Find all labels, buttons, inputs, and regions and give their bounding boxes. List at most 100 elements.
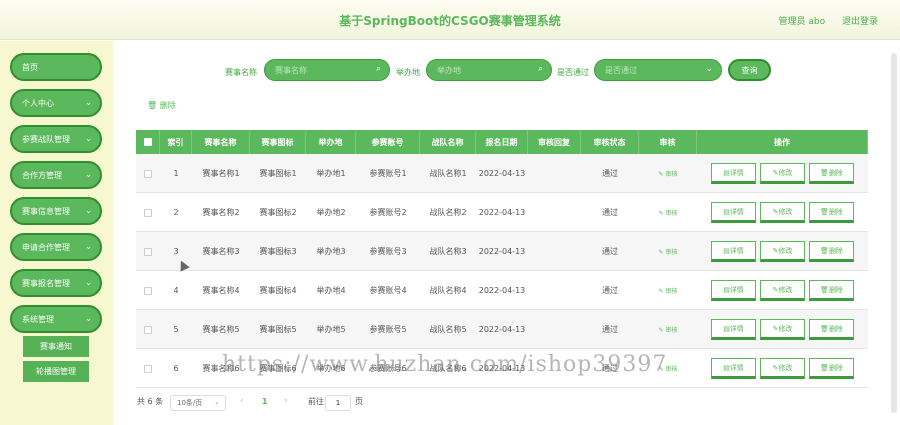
sidebar-item[interactable]: 申请合作管理 ⌄ — [10, 233, 102, 261]
edit-button[interactable]: ✎ 修改 — [760, 358, 805, 379]
search-name-label: 赛事名称 — [225, 68, 257, 77]
sidebar-subitem[interactable]: 轮播图管理 — [23, 361, 89, 382]
detail-button[interactable]: ▤ 详情 — [711, 358, 756, 379]
sidebar-item[interactable]: 赛事报名管理 ⌄ — [10, 269, 102, 297]
detail-icon: ▤ — [723, 363, 730, 372]
detail-icon: ▤ — [723, 285, 730, 294]
delete-button[interactable]: 🗑 删除 — [809, 202, 854, 223]
cell-host: 举办地1 — [316, 169, 346, 178]
batch-delete-button[interactable]: 🗑 删除 — [147, 100, 176, 111]
row-checkbox[interactable] — [144, 286, 152, 295]
delete-icon: 🗑 — [820, 207, 829, 216]
detail-button[interactable]: ▤ 详情 — [711, 202, 756, 223]
audit-link[interactable]: ✎ 审核 — [659, 208, 678, 217]
cell-reply — [528, 154, 581, 193]
row-checkbox[interactable] — [144, 325, 152, 334]
sidebar-item-label: 系统管理 — [22, 314, 54, 324]
select-all-cell — [136, 130, 160, 154]
chevron-down-icon: ⌄ — [85, 170, 92, 179]
detail-button[interactable]: ▤ 详情 — [711, 280, 756, 301]
sidebar-subitem[interactable]: 赛事通知 — [23, 336, 89, 357]
delete-icon: 🗑 — [820, 363, 829, 372]
cell-team: 战队名称2 — [429, 208, 467, 217]
logout-link[interactable]: 退出登录 — [842, 17, 878, 27]
sidebar-item-label: 参赛战队管理 — [22, 134, 70, 144]
cell-team: 战队名称4 — [429, 286, 467, 295]
sidebar-item[interactable]: 首页 — [10, 53, 102, 81]
detail-button[interactable]: ▤ 详情 — [711, 241, 756, 262]
page-title: 基于SpringBoot的CSGO赛事管理系统 — [339, 14, 561, 28]
edit-button[interactable]: ✎ 修改 — [760, 319, 805, 340]
cell-status: 通过 — [602, 169, 618, 178]
audit-link[interactable]: ✎ 审核 — [659, 325, 678, 334]
delete-button[interactable]: 🗑 删除 — [809, 319, 854, 340]
cell-host: 举办地2 — [316, 208, 346, 217]
column-header: 赛事图标 — [250, 130, 306, 154]
audit-cell: ✎ 审核 — [639, 271, 697, 310]
cell-status: 通过 — [602, 325, 618, 334]
delete-icon: 🗑 — [820, 168, 829, 177]
detail-icon: ▤ — [723, 207, 730, 216]
search-icon: ⌕ — [537, 64, 543, 74]
next-page-icon[interactable]: › — [284, 396, 288, 406]
audit-link[interactable]: ✎ 审核 — [659, 169, 678, 178]
query-button[interactable]: 查询 — [728, 59, 771, 81]
edit-button[interactable]: ✎ 修改 — [760, 202, 805, 223]
delete-button[interactable]: 🗑 删除 — [809, 241, 854, 262]
sidebar-item[interactable]: 赛事信息管理 ⌄ — [10, 197, 102, 225]
column-header: 审核回复 — [528, 130, 581, 154]
sidebar-item-label: 赛事报名管理 — [22, 278, 70, 288]
sidebar-item[interactable]: 个人中心 ⌄ — [10, 89, 102, 117]
sidebar-item[interactable]: 参赛战队管理 ⌄ — [10, 125, 102, 153]
edit-button[interactable]: ✎ 修改 — [760, 280, 805, 301]
delete-button[interactable]: 🗑 删除 — [809, 358, 854, 379]
audit-link[interactable]: ✎ 审核 — [659, 286, 678, 295]
detail-button[interactable]: ▤ 详情 — [711, 163, 756, 184]
row-checkbox[interactable] — [144, 247, 152, 256]
row-checkbox[interactable] — [144, 169, 152, 178]
vertical-scrollbar[interactable] — [891, 53, 897, 413]
sidebar-item[interactable]: 合作方管理 ⌄ — [10, 161, 102, 189]
cell-reply — [528, 271, 581, 310]
cell-team: 战队名称3 — [429, 247, 467, 256]
column-header: 报名日期 — [476, 130, 528, 154]
page-size-select[interactable]: 10条/页 ⌄ — [170, 395, 226, 411]
chevron-down-icon: ⌄ — [85, 134, 92, 143]
row-select-cell — [136, 193, 160, 232]
delete-button[interactable]: 🗑 删除 — [809, 280, 854, 301]
select-all-checkbox[interactable] — [143, 138, 152, 146]
search-passed-select[interactable]: 是否通过 ⌄ — [594, 59, 722, 81]
delete-icon: 🗑 — [820, 246, 829, 255]
cell-reply — [528, 310, 581, 349]
detail-button[interactable]: ▤ 详情 — [711, 319, 756, 340]
edit-button[interactable]: ✎ 修改 — [760, 241, 805, 262]
row-checkbox[interactable] — [144, 208, 152, 217]
column-header: 赛事名称 — [192, 130, 250, 154]
detail-icon: ▤ — [723, 324, 730, 333]
search-host-input[interactable]: 举办地 ⌕ — [426, 59, 552, 81]
table-row: 2 赛事名称2 赛事图标2 举办地2 参赛账号2 战队名称2 2022-04-13 通过 ✎ 审… — [136, 193, 868, 232]
search-passed-label: 是否通过 — [557, 68, 589, 77]
sidebar-item-label: 赛事信息管理 — [22, 206, 70, 216]
current-page-number[interactable]: 1 — [262, 397, 268, 406]
goto-label: 前往 — [308, 397, 324, 406]
cell-team: 战队名称1 — [429, 169, 467, 178]
row-checkbox[interactable] — [144, 364, 152, 373]
search-name-input[interactable]: 赛事名称 ⌕ — [264, 59, 390, 81]
audit-link[interactable]: ✎ 审核 — [659, 247, 678, 256]
audit-cell: ✎ 审核 — [639, 232, 697, 271]
cell-account: 参赛账号3 — [369, 247, 407, 256]
row-select-cell — [136, 310, 160, 349]
edit-button[interactable]: ✎ 修改 — [760, 163, 805, 184]
chevron-down-icon: ⌄ — [705, 64, 713, 74]
sidebar-item[interactable]: 系统管理 ⌄ — [10, 305, 102, 333]
delete-button[interactable]: 🗑 删除 — [809, 163, 854, 184]
column-header: 操作 — [697, 130, 868, 154]
detail-icon: ▤ — [723, 246, 730, 255]
prev-page-icon[interactable]: ‹ — [240, 396, 244, 406]
row-select-cell — [136, 271, 160, 310]
goto-page-input[interactable]: 1 — [325, 395, 351, 411]
cell-account: 参赛账号1 — [369, 169, 407, 178]
cell-reply — [528, 193, 581, 232]
row-select-cell — [136, 349, 160, 388]
